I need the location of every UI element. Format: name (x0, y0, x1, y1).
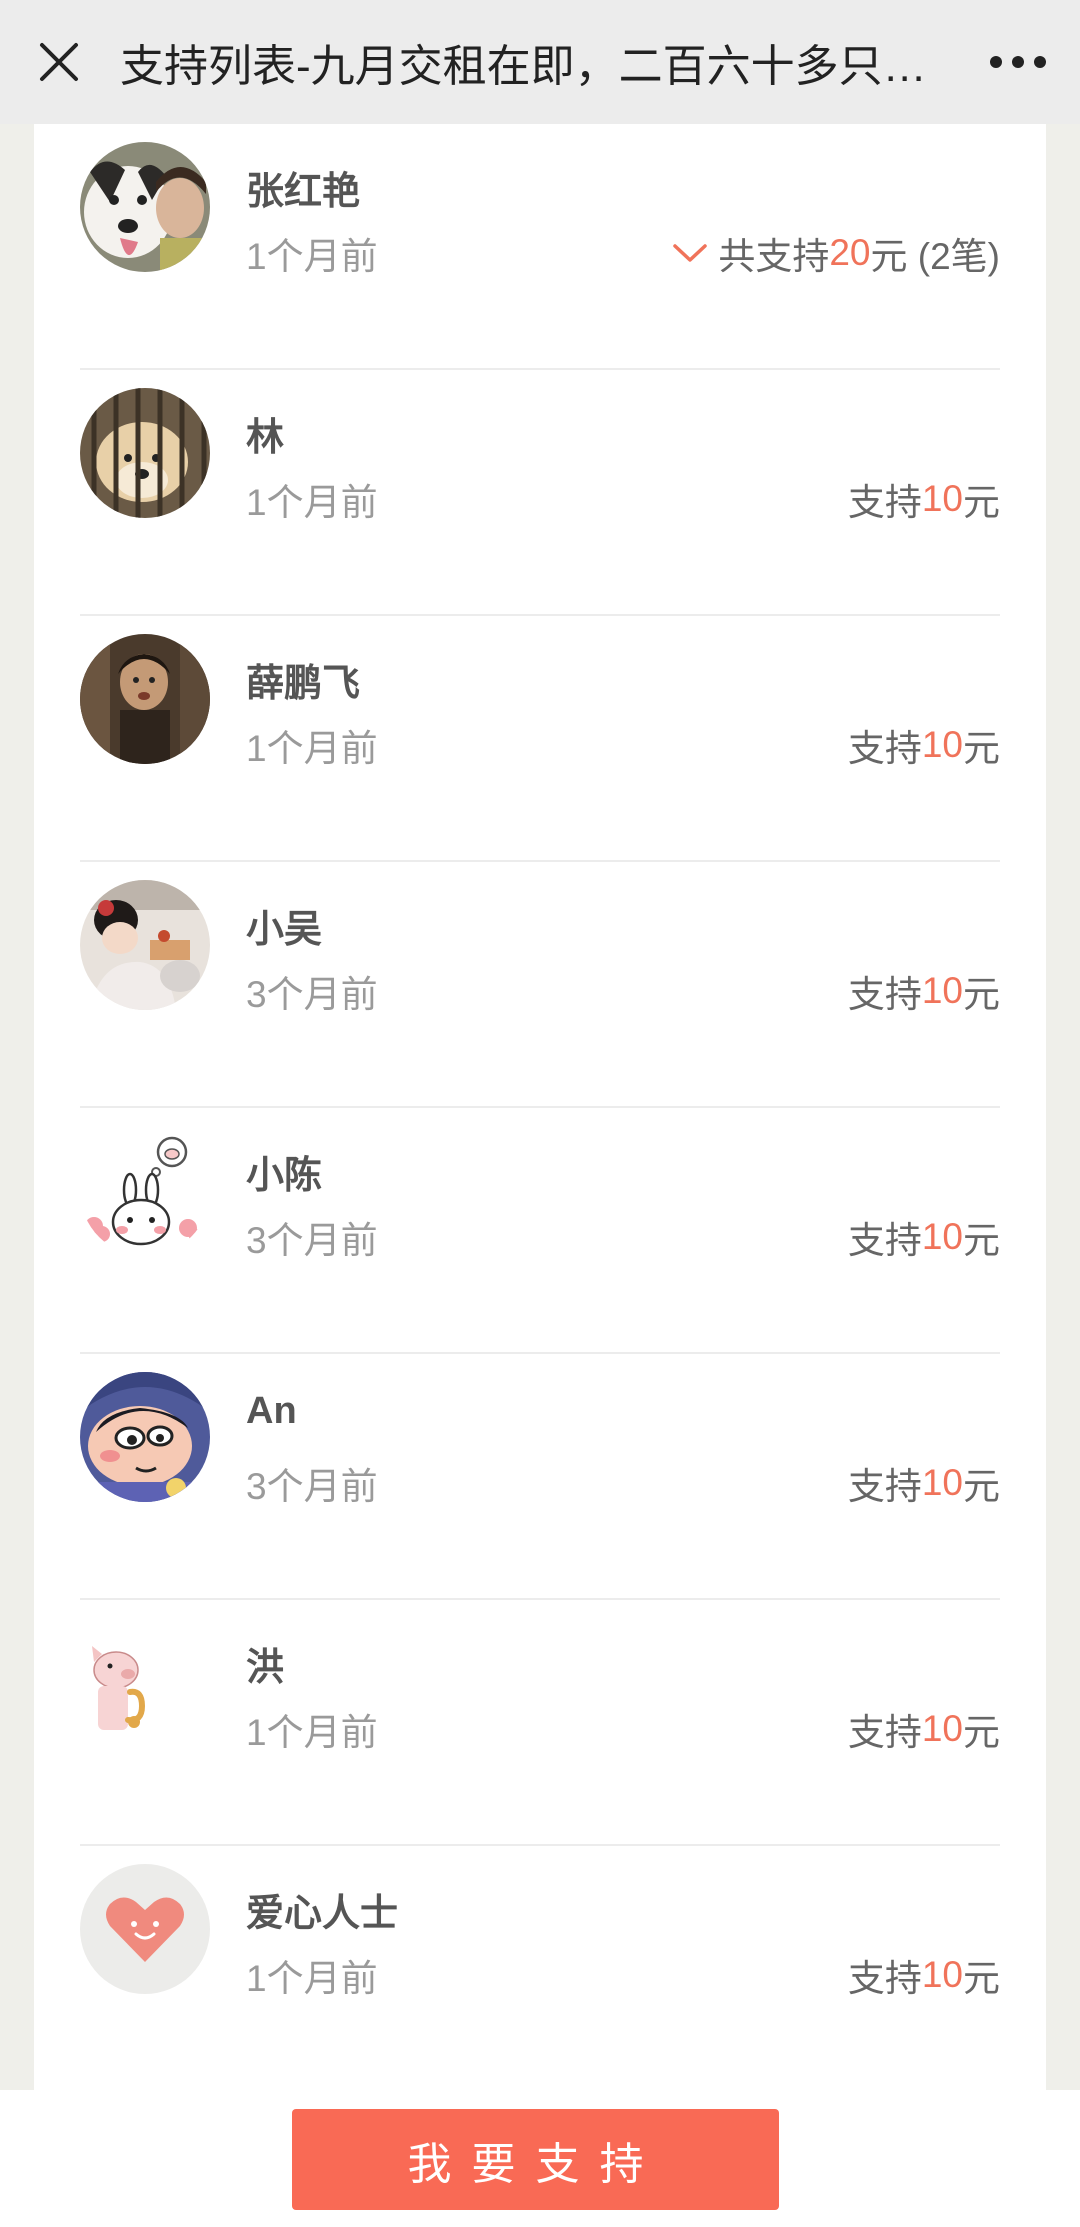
amount-prefix: 支持 (847, 482, 922, 523)
avatar (80, 142, 210, 272)
support-amount: 支持 10 元 (848, 1702, 1000, 1756)
supporter-name: 小陈 (246, 1155, 323, 1197)
support-time: 3个月前 (246, 974, 378, 1015)
amount-prefix: 支持 (847, 1466, 922, 1507)
avatar (80, 388, 210, 518)
top-bar: 支持列表-九月交租在即，二百六十多只… (0, 0, 1080, 124)
amount-value: 10 (921, 1954, 963, 1995)
amount-value: 10 (921, 970, 963, 1011)
support-amount: 支持 10 元 (848, 964, 1000, 1018)
supporter-name: 薛鹏飞 (246, 663, 361, 705)
supporter-name: 爱心人士 (246, 1893, 399, 1935)
more-button[interactable] (968, 35, 1048, 89)
supporter-name: 林 (246, 417, 285, 459)
supporter-name: 洪 (246, 1647, 285, 1689)
amount-value: 10 (921, 478, 963, 519)
amount-suffix: 元 (963, 1466, 1000, 1507)
support-amount: 支持 10 元 (848, 1948, 1000, 2002)
amount-value: 20 (829, 232, 871, 273)
supporter-row[interactable]: 林 1个月前 支持 10 元 (80, 370, 1000, 616)
amount-suffix: 元 (963, 728, 1000, 769)
support-amount: 支持 10 元 (848, 1456, 1000, 1510)
support-time: 1个月前 (246, 482, 378, 523)
more-icon (990, 56, 1046, 68)
amount-suffix: 元 (963, 1712, 1000, 1753)
chevron-down-icon[interactable] (672, 242, 708, 264)
amount-suffix: 元 (963, 482, 1000, 523)
supporter-name: An (246, 1390, 297, 1432)
avatar (80, 1864, 210, 1994)
amount-suffix: 元 (2笔) (870, 236, 1001, 277)
supporter-list: 张红艳 1个月前 共支持 20 元 (2笔) 林 1个月前 支持 10 元 薛鹏… (34, 124, 1046, 2124)
bottom-bar: 我要支持 (0, 2090, 1080, 2227)
amount-value: 10 (921, 1462, 963, 1503)
avatar (80, 1372, 210, 1502)
avatar (80, 634, 210, 764)
support-amount[interactable]: 共支持 20 元 (2笔) (672, 226, 1000, 280)
support-button[interactable]: 我要支持 (292, 2109, 779, 2210)
page-title: 支持列表-九月交租在即，二百六十多只… (120, 42, 927, 91)
amount-prefix: 支持 (847, 974, 922, 1015)
amount-value: 10 (921, 1708, 963, 1749)
support-time: 1个月前 (246, 1712, 378, 1753)
close-button[interactable] (32, 35, 86, 89)
avatar (80, 1126, 210, 1256)
amount-value: 10 (921, 1216, 963, 1257)
amount-prefix: 支持 (847, 1958, 922, 1999)
support-amount: 支持 10 元 (848, 1210, 1000, 1264)
amount-value: 10 (921, 724, 963, 765)
supporter-row[interactable]: 爱心人士 1个月前 支持 10 元 (80, 1846, 1000, 2092)
supporter-row[interactable]: An 3个月前 支持 10 元 (80, 1354, 1000, 1600)
supporter-name: 小吴 (246, 909, 323, 951)
amount-prefix: 共支持 (718, 236, 830, 277)
supporter-row[interactable]: 张红艳 1个月前 共支持 20 元 (2笔) (80, 124, 1000, 370)
support-amount: 支持 10 元 (848, 472, 1000, 526)
amount-prefix: 支持 (847, 1220, 922, 1261)
amount-suffix: 元 (963, 1220, 1000, 1261)
support-time: 3个月前 (246, 1220, 378, 1261)
supporter-row[interactable]: 小吴 3个月前 支持 10 元 (80, 862, 1000, 1108)
support-amount: 支持 10 元 (848, 718, 1000, 772)
supporter-row[interactable]: 薛鹏飞 1个月前 支持 10 元 (80, 616, 1000, 862)
support-time: 3个月前 (246, 1466, 378, 1507)
supporter-name: 张红艳 (246, 171, 361, 213)
support-time: 1个月前 (246, 236, 378, 277)
supporter-row[interactable]: 洪 1个月前 支持 10 元 (80, 1600, 1000, 1846)
supporter-row[interactable]: 小陈 3个月前 支持 10 元 (80, 1108, 1000, 1354)
close-icon (40, 43, 78, 81)
avatar (80, 1618, 210, 1748)
amount-prefix: 支持 (847, 728, 922, 769)
support-time: 1个月前 (246, 728, 378, 769)
avatar (80, 880, 210, 1010)
amount-suffix: 元 (963, 1958, 1000, 1999)
amount-suffix: 元 (963, 974, 1000, 1015)
amount-prefix: 支持 (847, 1712, 922, 1753)
support-time: 1个月前 (246, 1958, 378, 1999)
